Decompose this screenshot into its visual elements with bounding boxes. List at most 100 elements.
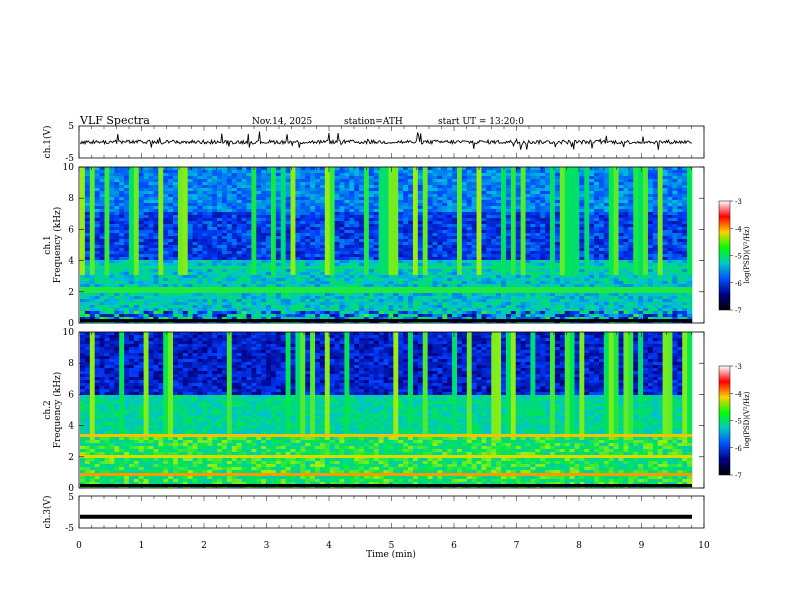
heatmap-cell: [501, 248, 507, 252]
heatmap-cell: [525, 215, 531, 219]
heatmap-cell: [378, 179, 384, 183]
heatmap-cell: [677, 206, 683, 210]
heatmap-cell: [153, 245, 159, 249]
heatmap-cell: [94, 251, 100, 255]
heatmap-cell: [212, 236, 218, 240]
heatmap-cell: [515, 248, 521, 252]
heatmap-cell: [221, 254, 228, 258]
heatmap-cell: [535, 260, 541, 264]
heatmap-cell: [143, 188, 149, 192]
heatmap-cell: [608, 179, 614, 183]
heatmap-cell: [349, 209, 355, 213]
heatmap-cell: [667, 278, 673, 282]
heatmap-cell: [266, 212, 272, 216]
heatmap-cell: [133, 167, 140, 171]
heatmap-cell: [652, 230, 659, 234]
heatmap-cell: [285, 263, 291, 267]
heatmap-cell: [324, 236, 330, 240]
heatmap-cell: [305, 212, 311, 216]
heatmap-cell: [133, 218, 140, 222]
heatmap-cell: [280, 194, 286, 198]
heatmap-cell: [138, 197, 144, 201]
heatmap-cell: [310, 230, 316, 234]
heatmap-cell: [226, 173, 233, 177]
heatmap-cell: [471, 260, 477, 264]
heatmap-cell: [197, 167, 203, 171]
heatmap-cell: [667, 254, 673, 258]
heatmap-cell: [241, 275, 247, 279]
heatmap-cell: [300, 203, 306, 207]
heatmap-cell: [324, 272, 330, 276]
heatmap-cell: [119, 242, 125, 246]
heatmap-cell: [643, 185, 649, 189]
heatmap-cell: [256, 272, 262, 276]
heatmap-cell: [344, 227, 350, 231]
heatmap-cell: [349, 215, 355, 219]
heatmap-cell: [608, 251, 614, 255]
heatmap-cell: [515, 203, 521, 207]
heatmap-cell: [569, 248, 575, 252]
heatmap-cell: [363, 224, 370, 228]
heatmap-cell: [80, 179, 86, 183]
heatmap-cell: [643, 197, 649, 201]
heatmap-cell: [579, 266, 585, 270]
heatmap-cell: [275, 209, 282, 213]
heatmap-cell: [564, 254, 570, 258]
heatmap-cell: [114, 269, 120, 273]
heatmap-cell: [564, 269, 570, 273]
heatmap-cell: [315, 254, 321, 258]
heatmap-cell: [461, 269, 468, 273]
heatmap-cell: [344, 272, 350, 276]
heatmap-cell: [496, 176, 502, 180]
heatmap-cell: [647, 167, 654, 171]
heatmap-cell: [119, 203, 125, 207]
heatmap-cell: [94, 194, 100, 198]
heatmap-cell: [295, 218, 301, 222]
heatmap-cell: [598, 272, 605, 276]
heatmap-cell: [496, 209, 502, 213]
heatmap-cell: [231, 176, 237, 180]
heatmap-cell: [109, 227, 115, 231]
heatmap-cell: [427, 278, 433, 282]
heatmap-cell: [334, 239, 340, 243]
heatmap-cell: [594, 194, 600, 198]
heatmap-cell: [359, 212, 365, 216]
heatmap-cell: [393, 206, 399, 210]
heatmap-cell: [241, 266, 247, 270]
heatmap-cell: [368, 197, 375, 201]
heatmap-cell: [466, 233, 472, 237]
heatmap-cell: [589, 191, 595, 195]
heatmap-cell: [398, 266, 404, 270]
heatmap-cell: [290, 185, 296, 189]
heatmap-cell: [520, 209, 526, 213]
heatmap-cell: [535, 194, 541, 198]
heatmap-cell: [143, 227, 149, 231]
heatmap-cell: [290, 242, 296, 246]
heatmap-cell: [329, 191, 335, 195]
heatmap-cell: [505, 284, 512, 288]
heatmap-cell: [520, 266, 526, 270]
heatmap-cell: [261, 251, 267, 255]
heatmap-cell: [173, 203, 179, 207]
heatmap-cell: [128, 260, 135, 264]
heatmap-cell: [515, 275, 521, 279]
heatmap-cell: [266, 284, 272, 288]
heatmap-cell: [422, 260, 428, 264]
heatmap-cell: [388, 218, 394, 222]
heatmap-cell: [124, 227, 130, 231]
heatmap-cell: [124, 167, 130, 171]
heatmap-cell: [226, 227, 233, 231]
heatmap-cell: [422, 197, 428, 201]
heatmap-cell: [442, 221, 448, 225]
heatmap-cell: [334, 266, 340, 270]
heatmap-cell: [618, 239, 624, 243]
heatmap-cell: [638, 209, 644, 213]
heatmap-cell: [310, 182, 316, 186]
heatmap-cell: [628, 260, 634, 264]
heatmap-cell: [168, 197, 174, 201]
heatmap-cell: [133, 200, 140, 204]
heatmap-cell: [569, 209, 575, 213]
heatmap-cell: [251, 251, 257, 255]
heatmap-cell: [251, 203, 257, 207]
heatmap-cell: [456, 218, 463, 222]
